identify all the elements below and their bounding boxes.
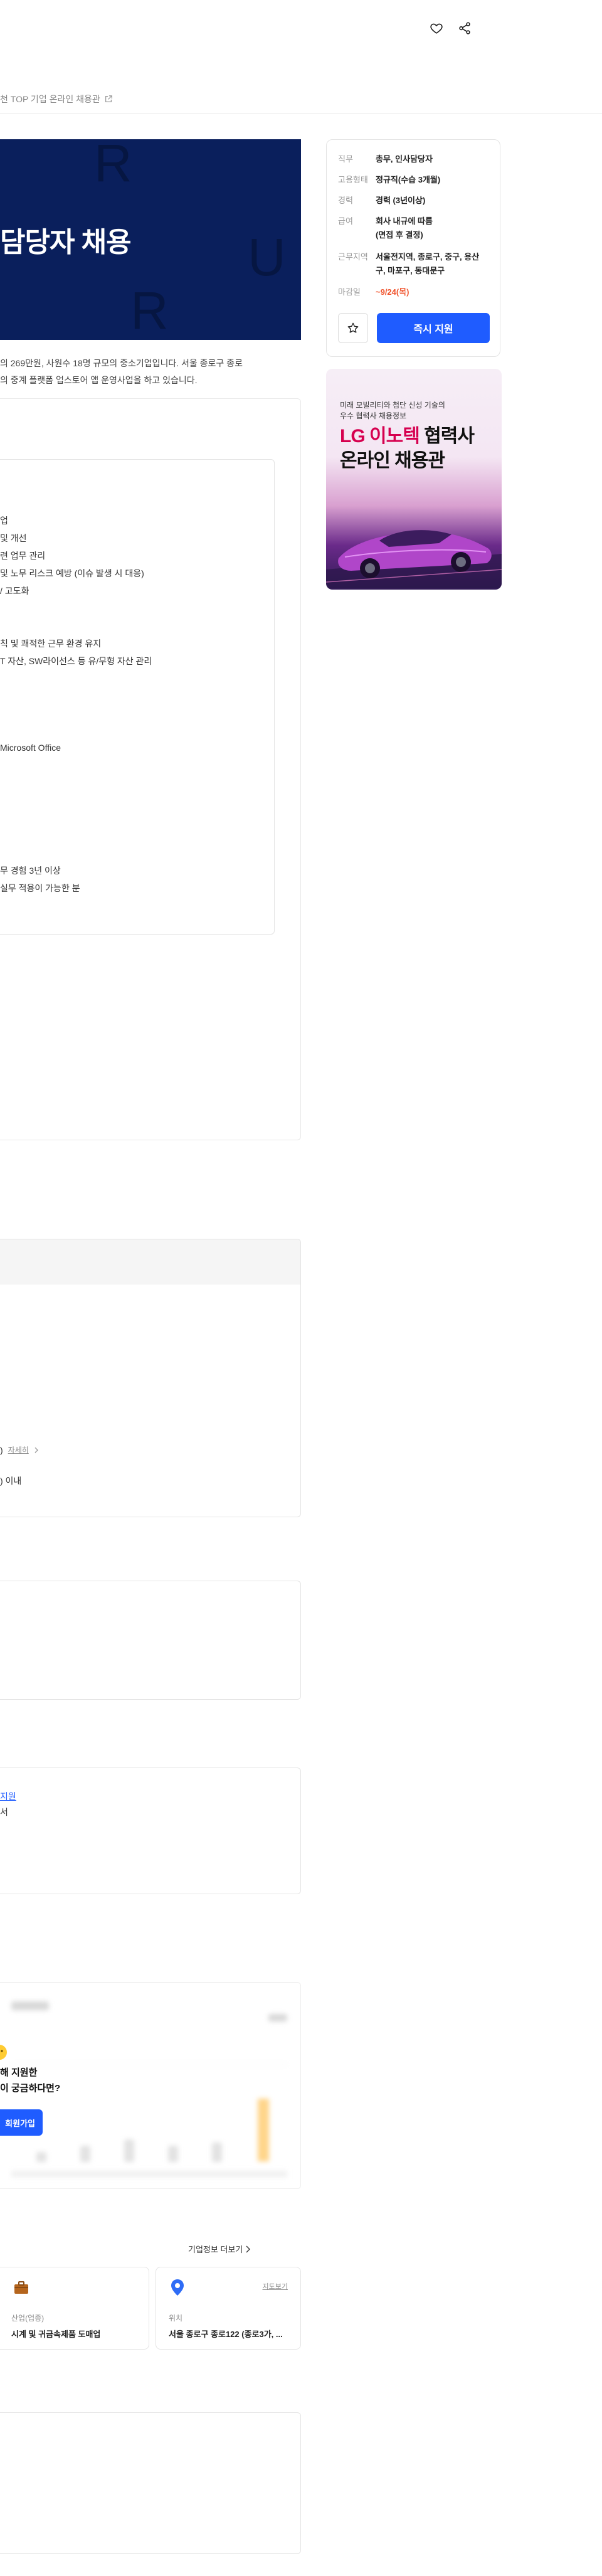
signup-button[interactable]: 회원가입 <box>0 2109 43 2136</box>
industry-label: 산업(업종) <box>11 2314 45 2323</box>
apply-method-line-2: 서 <box>0 1807 8 1817</box>
industry-value: 시계 및 귀금속제품 도매업 <box>11 2330 101 2339</box>
summary-row-location: 근무지역 서울전지역, 종로구, 중구, 용산구, 마포구, 동대문구 <box>338 250 488 278</box>
condition-line-1-text: ) <box>0 1445 3 1455</box>
detail-line: Microsoft Office <box>0 743 61 753</box>
summary-label: 고용형태 <box>338 175 368 184</box>
deadline-value: ~9/24(목) <box>376 287 409 297</box>
summary-label: 경력 <box>338 196 353 205</box>
scrap-button[interactable] <box>338 313 368 343</box>
ad-brand: LG 이노텍 <box>340 426 420 447</box>
summary-row-employment: 고용형태 정규직(수습 3개월) <box>338 173 488 187</box>
ad-subtitle: 미래 모빌리티와 첨단 신성 기술의 우수 협력사 채용정보 <box>340 400 445 421</box>
ad-title-line-2: 온라인 채용관 <box>340 450 445 471</box>
detail-line: / 고도화 <box>0 586 29 596</box>
ad-subtitle-line-2: 우수 협력사 채용정보 <box>340 411 407 420</box>
industry-card: 산업(업종) 시계 및 귀금속제품 도매업 <box>0 2267 149 2350</box>
external-link-icon <box>104 95 113 103</box>
ad-title: LG 이노텍 협력사 온라인 채용관 <box>340 424 475 473</box>
breadcrumb-text: 천 TOP 기업 온라인 채용관 <box>0 94 100 104</box>
banner-letter-r2: R <box>130 281 169 340</box>
condition-detail-link[interactable]: 자세히 <box>8 1443 29 1458</box>
map-link[interactable]: 지도보기 <box>263 2281 288 2291</box>
breadcrumb[interactable]: 천 TOP 기업 온라인 채용관 <box>0 93 113 105</box>
detail-line: 무 경험 3년 이상 <box>0 866 61 876</box>
intro-line-2: 의 중계 플랫폼 업스토어 앱 운영사업을 하고 있습니다. <box>0 375 198 385</box>
summary-label: 근무지역 <box>338 252 368 262</box>
banner-letter-r1: R <box>94 139 132 193</box>
company-intro: 의 269만원, 사원수 18명 규모의 중소기업입니다. 서울 종로구 종로 … <box>0 355 301 389</box>
apply-method-card: 지원 서 <box>0 1768 301 1894</box>
condition-line-1: ) 자세히 <box>0 1443 39 1458</box>
summary-value: 서울전지역, 종로구, 중구, 용산구, 마포구, 동대문구 <box>376 252 480 275</box>
summary-row-deadline: 마감일 ~9/24(목) <box>338 285 488 299</box>
company-more-label: 기업정보 더보기 <box>188 2245 243 2254</box>
condition-line-2: ) 이내 <box>0 1476 22 1486</box>
summary-value: 회사 내규에 따름 (면접 후 결정) <box>376 216 433 240</box>
conditions-card: ) 자세히 ) 이내 <box>0 1239 301 1517</box>
location-card: 지도보기 위치 서울 종로구 종로122 (종로3가, ... <box>156 2267 301 2350</box>
banner-letter-u: U <box>248 228 286 287</box>
job-detail-card: 업 및 개선 련 업무 관리 및 노무 리스크 예방 (이슈 발생 시 대응) … <box>0 459 275 935</box>
summary-row-job: 직무 총무, 인사담당자 <box>338 152 488 166</box>
sports-car-illustration <box>326 530 502 588</box>
ad-title-rest: 협력사 <box>419 426 475 447</box>
intro-line-1: 의 269만원, 사원수 18명 규모의 중소기업입니다. 서울 종로구 종로 <box>0 358 243 368</box>
emoji-icon <box>0 2044 8 2060</box>
job-summary-box: 직무 총무, 인사담당자 고용형태 정규직(수습 3개월) 경력 경력 (3년이… <box>326 139 500 357</box>
apply-method-link[interactable]: 지원 <box>0 1789 16 1804</box>
detail-line: 칙 및 쾌적한 근무 환경 유지 <box>0 639 102 649</box>
detail-line: 및 노무 리스크 예방 (이슈 발생 시 대응) <box>0 568 144 578</box>
detail-line: T 자산, SW라이선스 등 유/무형 자산 관리 <box>0 656 152 666</box>
summary-row-salary: 급여 회사 내규에 따름 (면접 후 결정) <box>338 215 438 242</box>
ad-title-line-1: LG 이노텍 협력사 <box>340 424 475 448</box>
summary-value: 경력 (3년이상) <box>376 196 426 205</box>
location-value: 서울 종로구 종로122 (종로3가, ... <box>169 2330 283 2339</box>
banner-title: 담당자 채용 <box>0 227 132 258</box>
lg-innotek-ad[interactable]: 미래 모빌리티와 첨단 신성 기술의 우수 협력사 채용정보 LG 이노텍 협력… <box>326 369 502 590</box>
bottom-card <box>0 2412 301 2554</box>
detail-line: 련 업무 관리 <box>0 551 46 561</box>
summary-label: 직무 <box>338 154 353 164</box>
heart-icon[interactable] <box>430 21 443 35</box>
promo-line-1: 해 지원한 <box>0 2067 38 2078</box>
ad-subtitle-line-1: 미래 모빌리티와 첨단 신성 기술의 <box>340 401 445 410</box>
empty-info-card <box>0 1581 301 1700</box>
summary-value: 정규직(수습 3개월) <box>376 175 441 184</box>
apply-now-button[interactable]: 즉시 지원 <box>377 313 490 343</box>
summary-label: 마감일 <box>338 287 361 297</box>
chevron-right-icon <box>34 1447 39 1453</box>
company-more-link[interactable]: 기업정보 더보기 <box>188 2243 251 2255</box>
conditions-header <box>0 1239 300 1285</box>
location-label: 위치 <box>169 2314 183 2323</box>
location-pin-icon <box>170 2279 185 2296</box>
chevron-right-icon <box>245 2245 251 2253</box>
briefcase-icon <box>13 2279 30 2296</box>
detail-line: 실무 적용이 가능한 분 <box>0 883 80 893</box>
detail-line: 및 개선 <box>0 533 27 543</box>
summary-row-career: 경력 경력 (3년이상) <box>338 194 488 208</box>
salary-stats-block: 해 지원한 이 궁금하다면? 회원가입 <box>0 1982 301 2189</box>
summary-label: 급여 <box>338 216 353 226</box>
detail-line: 업 <box>0 516 8 526</box>
summary-value: 총무, 인사담당자 <box>376 154 433 164</box>
share-icon[interactable] <box>458 21 472 35</box>
star-icon <box>347 322 359 334</box>
promo-line-2: 이 궁금하다면? <box>0 2083 61 2094</box>
